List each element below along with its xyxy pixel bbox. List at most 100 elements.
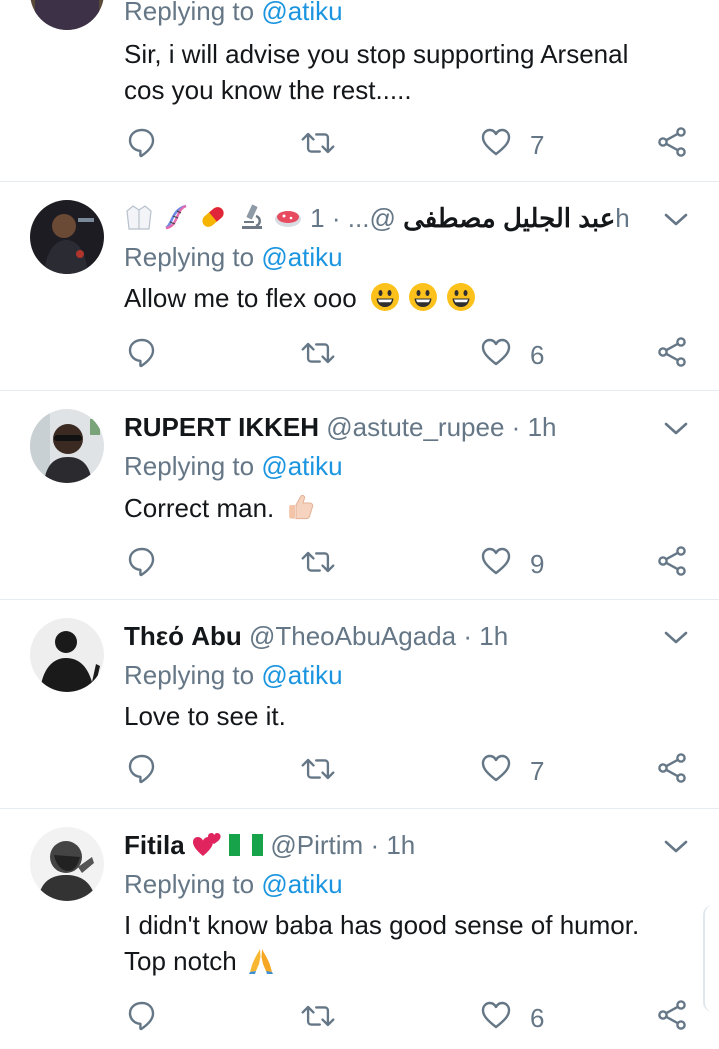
retweet-button[interactable] (300, 1001, 336, 1041)
tweet[interactable]: Fitila @Pirtim · 1h Replying to @atiku I… (0, 809, 719, 1049)
tweet-actions: 9 (124, 545, 694, 585)
like-button[interactable] (480, 752, 512, 792)
reply-button[interactable] (126, 336, 158, 376)
nigeria-flag-icon (229, 829, 264, 856)
tweet-text: Correct man. (124, 490, 316, 526)
heart-icon (480, 336, 512, 368)
tweet-actions: 7 (124, 752, 694, 792)
share-button[interactable] (656, 336, 688, 376)
reply-button[interactable] (126, 752, 158, 792)
heart-icon (480, 999, 512, 1031)
share-button[interactable] (656, 999, 688, 1039)
reply-handle-link[interactable]: @atiku (261, 451, 342, 481)
heart-icon (480, 126, 512, 158)
timestamp[interactable]: 1h (528, 412, 557, 442)
tweet-header: Fitila @Pirtim · 1h (124, 829, 416, 860)
replying-to: Replying to @atiku (124, 0, 343, 27)
replying-to: Replying to @atiku (124, 242, 343, 272)
share-button[interactable] (656, 752, 688, 792)
user-handle[interactable]: @astute_rupee (326, 412, 504, 442)
tweet-text: Sir, i will advise you stop supporting A… (124, 39, 629, 105)
chevron-down-icon[interactable] (662, 628, 690, 646)
reply-icon (126, 126, 158, 158)
avatar[interactable] (30, 200, 104, 274)
avatar[interactable] (30, 0, 104, 30)
reply-handle-link[interactable]: @atiku (261, 0, 342, 26)
retweet-icon (300, 1001, 336, 1031)
chevron-down-icon[interactable] (662, 210, 690, 228)
reply-button[interactable] (126, 545, 158, 585)
tweet-text: I didn't know baba has good sense of hum… (124, 910, 640, 976)
like-count: 7 (530, 130, 545, 160)
heart-icon (480, 752, 512, 784)
share-icon (656, 545, 688, 577)
reply-handle-link[interactable]: @atiku (261, 242, 342, 272)
reply-button[interactable] (126, 999, 158, 1039)
tweet-text: Love to see it. (124, 701, 286, 731)
tweet-actions: 7 (124, 126, 694, 166)
tweet[interactable]: Replying to @atiku Sir, i will advise yo… (0, 0, 719, 182)
two-hearts-icon (192, 829, 222, 859)
tweet-text: Allow me to flex ooo (124, 280, 476, 316)
timestamp[interactable]: 1h (386, 830, 415, 860)
replying-to: Replying to @atiku (124, 660, 343, 690)
replying-to: Replying to @atiku (124, 451, 343, 481)
retweet-button[interactable] (300, 754, 336, 794)
pill-icon (198, 202, 228, 232)
like-count: 6 (530, 1003, 545, 1033)
retweet-icon (300, 754, 336, 784)
retweet-button[interactable] (300, 338, 336, 378)
reply-icon (126, 999, 158, 1031)
avatar[interactable] (30, 827, 104, 901)
display-name[interactable]: RUPERT IKKEH (124, 412, 319, 442)
display-name[interactable]: عبد الجليل مصطفى (403, 203, 615, 233)
tweet-actions: 6 (124, 999, 694, 1039)
reply-handle-link[interactable]: @atiku (261, 869, 342, 899)
grinning-face-icon (370, 282, 400, 312)
grinning-face-icon (446, 282, 476, 312)
tweet-header: Thεό Abu @TheoAbuAgada · 1h (124, 621, 509, 651)
like-button[interactable] (480, 545, 512, 585)
tweet[interactable]: RUPERT IKKEH @astute_rupee · 1h Replying… (0, 391, 719, 600)
like-button[interactable] (480, 126, 512, 166)
share-icon (656, 336, 688, 368)
reply-icon (126, 336, 158, 368)
retweet-icon (300, 128, 336, 158)
share-icon (656, 999, 688, 1031)
display-name[interactable]: Fitila (124, 830, 185, 860)
avatar[interactable] (30, 618, 104, 692)
share-button[interactable] (656, 545, 688, 585)
display-name[interactable]: Thεό Abu (124, 621, 242, 651)
petri-dish-icon (273, 202, 303, 232)
retweet-button[interactable] (300, 128, 336, 168)
tweet[interactable]: Thεό Abu @TheoAbuAgada · 1h Replying to … (0, 600, 719, 809)
like-button[interactable] (480, 999, 512, 1039)
heart-icon (480, 545, 512, 577)
chevron-down-icon[interactable] (662, 837, 690, 855)
timestamp[interactable]: 1h (479, 621, 508, 651)
reply-button[interactable] (126, 126, 158, 166)
retweet-icon (300, 547, 336, 577)
user-handle[interactable]: @Pirtim (270, 830, 363, 860)
dna-icon (161, 202, 191, 232)
retweet-button[interactable] (300, 547, 336, 587)
share-button[interactable] (656, 126, 688, 166)
share-icon (656, 126, 688, 158)
retweet-icon (300, 338, 336, 368)
scroll-edge (703, 905, 719, 1012)
like-count: 7 (530, 756, 545, 786)
user-handle[interactable]: @TheoAbuAgada (249, 621, 456, 651)
tweet[interactable]: عبد الجليل مصطفى @... · 1h Replying to @… (0, 182, 719, 391)
avatar[interactable] (30, 409, 104, 483)
thumbs-up-icon (286, 492, 316, 522)
like-button[interactable] (480, 336, 512, 376)
user-handle[interactable]: @... (348, 203, 396, 233)
replying-to: Replying to @atiku (124, 869, 343, 899)
chevron-down-icon[interactable] (662, 419, 690, 437)
coat-icon (124, 202, 154, 232)
tweet-actions: 6 (124, 336, 694, 376)
tweet-header: RUPERT IKKEH @astute_rupee · 1h (124, 412, 557, 442)
reply-icon (126, 545, 158, 577)
reply-handle-link[interactable]: @atiku (261, 660, 342, 690)
share-icon (656, 752, 688, 784)
